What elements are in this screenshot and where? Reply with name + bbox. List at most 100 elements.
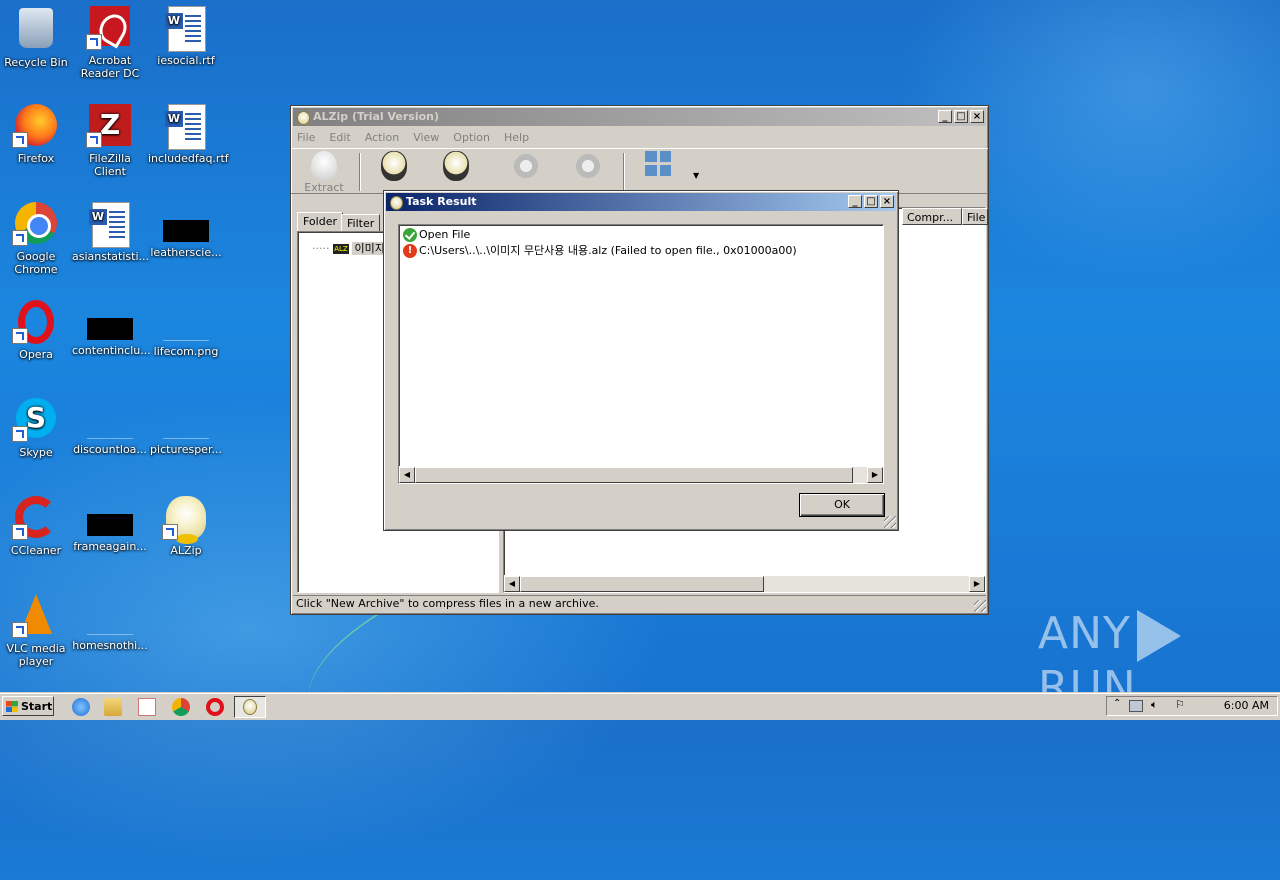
add-button[interactable]: [435, 151, 477, 181]
task-result-titlebar[interactable]: Task Result _ □ ×: [386, 193, 896, 211]
file-icon: [87, 318, 133, 340]
minimize-button[interactable]: _: [848, 195, 862, 208]
column-compressed[interactable]: Compr...: [902, 208, 962, 225]
error-icon: !: [403, 244, 417, 258]
desktop-icon-recycle-bin[interactable]: Recycle Bin: [0, 6, 74, 69]
start-button[interactable]: Start: [2, 696, 54, 716]
alzip-icon: [297, 111, 310, 125]
volume-icon[interactable]: 🔈︎: [1151, 698, 1158, 712]
new-archive-button[interactable]: [373, 151, 415, 181]
word-document-icon: W: [165, 6, 206, 52]
desktop-icon-asianstatisti[interactable]: W asianstatisti...: [72, 202, 149, 263]
add-files-button[interactable]: [505, 151, 547, 181]
task-result-list: Open File ! C:\Users\..\..\이미지 무단사용 내용.al…: [398, 224, 884, 484]
result-line-open-file[interactable]: Open File: [403, 227, 470, 243]
menu-option[interactable]: Option: [453, 130, 490, 146]
minimize-button[interactable]: _: [938, 110, 952, 123]
extract-icon: [311, 151, 337, 181]
menubar: File Edit Action View Option Help: [291, 128, 988, 148]
scroll-left-button[interactable]: ◀: [504, 576, 520, 592]
taskbar-alzip-button[interactable]: [234, 696, 266, 718]
recycle-bin-icon: [19, 8, 53, 48]
desktop-icon-contentinclu[interactable]: contentinclu...: [72, 300, 151, 357]
result-line-error[interactable]: ! C:\Users\..\..\이미지 무단사용 내용.alz (Failed …: [403, 243, 797, 259]
resize-grip[interactable]: [884, 516, 896, 528]
taskbar: Start ⌃ 🔈︎ ⚐ 6:00 AM: [0, 693, 1280, 720]
desktop-icon-discountloa[interactable]: discountloa...: [72, 398, 148, 456]
word-document-icon: W: [165, 104, 206, 150]
file-icon: [163, 220, 209, 242]
new-archive-icon: [381, 151, 407, 181]
shortcut-arrow-icon: [12, 132, 28, 148]
desktop-icon-skype[interactable]: S Skype: [0, 398, 74, 459]
scroll-thumb[interactable]: [415, 467, 853, 483]
view-button[interactable]: [637, 151, 679, 181]
menu-help[interactable]: Help: [504, 130, 529, 146]
alzip-icon: [390, 196, 403, 210]
close-button[interactable]: ×: [970, 110, 984, 123]
close-button[interactable]: ×: [880, 195, 894, 208]
alzip-titlebar[interactable]: ALZip (Trial Version) _ □ ×: [293, 108, 986, 126]
scroll-right-button[interactable]: ▶: [969, 576, 985, 592]
scroll-thumb[interactable]: [520, 576, 764, 592]
action-center-flag-icon[interactable]: ⚐: [1175, 698, 1185, 711]
scroll-right-button[interactable]: ▶: [867, 467, 883, 483]
desktop-icon-lifecom[interactable]: lifecom.png: [148, 300, 224, 358]
shortcut-arrow-icon: [12, 426, 28, 442]
shortcut-arrow-icon: [86, 132, 102, 148]
desktop-icon-filezilla[interactable]: Z FileZilla Client: [72, 104, 148, 178]
chrome-icon[interactable]: [172, 698, 190, 716]
menu-file[interactable]: File: [297, 130, 315, 146]
result-scrollbar[interactable]: ◀ ▶: [399, 466, 883, 483]
alz-file-icon: ALZ: [332, 244, 349, 254]
desktop-icon-opera[interactable]: Opera: [0, 300, 74, 361]
file-icon: [87, 416, 133, 439]
desktop-icon-iesocial[interactable]: W iesocial.rtf: [148, 6, 224, 67]
desktop-icon-frameagain[interactable]: frameagain...: [72, 496, 148, 553]
network-icon[interactable]: [1129, 700, 1143, 712]
desktop-icon-firefox[interactable]: Firefox: [0, 104, 74, 165]
menu-view[interactable]: View: [413, 130, 439, 146]
maximize-button[interactable]: □: [954, 110, 968, 123]
file-list-scrollbar[interactable]: ◀ ▶: [504, 575, 985, 592]
tree-item[interactable]: ····· ALZ 이미지: [312, 240, 387, 256]
status-bar: Click "New Archive" to compress files in…: [293, 595, 986, 612]
delete-files-icon: [575, 151, 601, 181]
show-hidden-icons-icon[interactable]: ⌃: [1113, 698, 1121, 709]
column-file[interactable]: File: [962, 208, 988, 225]
play-logo-icon: [1136, 610, 1181, 662]
media-player-icon[interactable]: [138, 698, 156, 716]
task-result-title: Task Result: [406, 195, 477, 208]
tab-folder[interactable]: Folder: [297, 212, 343, 232]
opera-icon[interactable]: [206, 698, 224, 716]
maximize-button[interactable]: □: [864, 195, 878, 208]
desktop-icon-alzip[interactable]: ALZip: [148, 496, 224, 557]
view-grid-icon: [645, 151, 671, 181]
view-dropdown-icon[interactable]: ▼: [693, 171, 699, 180]
clock[interactable]: 6:00 AM: [1224, 697, 1269, 715]
ok-button[interactable]: OK: [799, 493, 885, 517]
desktop-icon-homesnothi[interactable]: homesnothi...: [72, 594, 148, 652]
desktop-icon-acrobat[interactable]: Acrobat Reader DC: [72, 6, 148, 80]
resize-grip[interactable]: [974, 600, 986, 612]
desktop-icon-picturesper[interactable]: picturesper...: [148, 398, 224, 456]
task-result-dialog: Task Result _ □ × Open File ! C:\Users\..…: [383, 190, 899, 531]
shortcut-arrow-icon: [12, 524, 28, 540]
explorer-icon[interactable]: [104, 698, 122, 716]
internet-explorer-icon[interactable]: [72, 698, 90, 716]
scroll-left-button[interactable]: ◀: [399, 467, 415, 483]
desktop-icon-ccleaner[interactable]: CCleaner: [0, 496, 74, 557]
file-icon: [87, 514, 133, 536]
extract-button[interactable]: Extract: [303, 151, 345, 194]
menu-edit[interactable]: Edit: [329, 130, 350, 146]
shortcut-arrow-icon: [12, 230, 28, 246]
desktop-icon-leatherscie[interactable]: leatherscie...: [148, 202, 224, 259]
desktop-icon-chrome[interactable]: Google Chrome: [0, 202, 74, 276]
menu-action[interactable]: Action: [365, 130, 399, 146]
delete-files-button[interactable]: [567, 151, 609, 181]
desktop-icon-includedfaq[interactable]: W includedfaq.rtf: [148, 104, 229, 165]
desktop-icon-vlc[interactable]: VLC media player: [0, 594, 74, 668]
status-text: Click "New Archive" to compress files in…: [296, 597, 599, 610]
image-file-icon: [163, 318, 209, 341]
shortcut-arrow-icon: [12, 328, 28, 344]
